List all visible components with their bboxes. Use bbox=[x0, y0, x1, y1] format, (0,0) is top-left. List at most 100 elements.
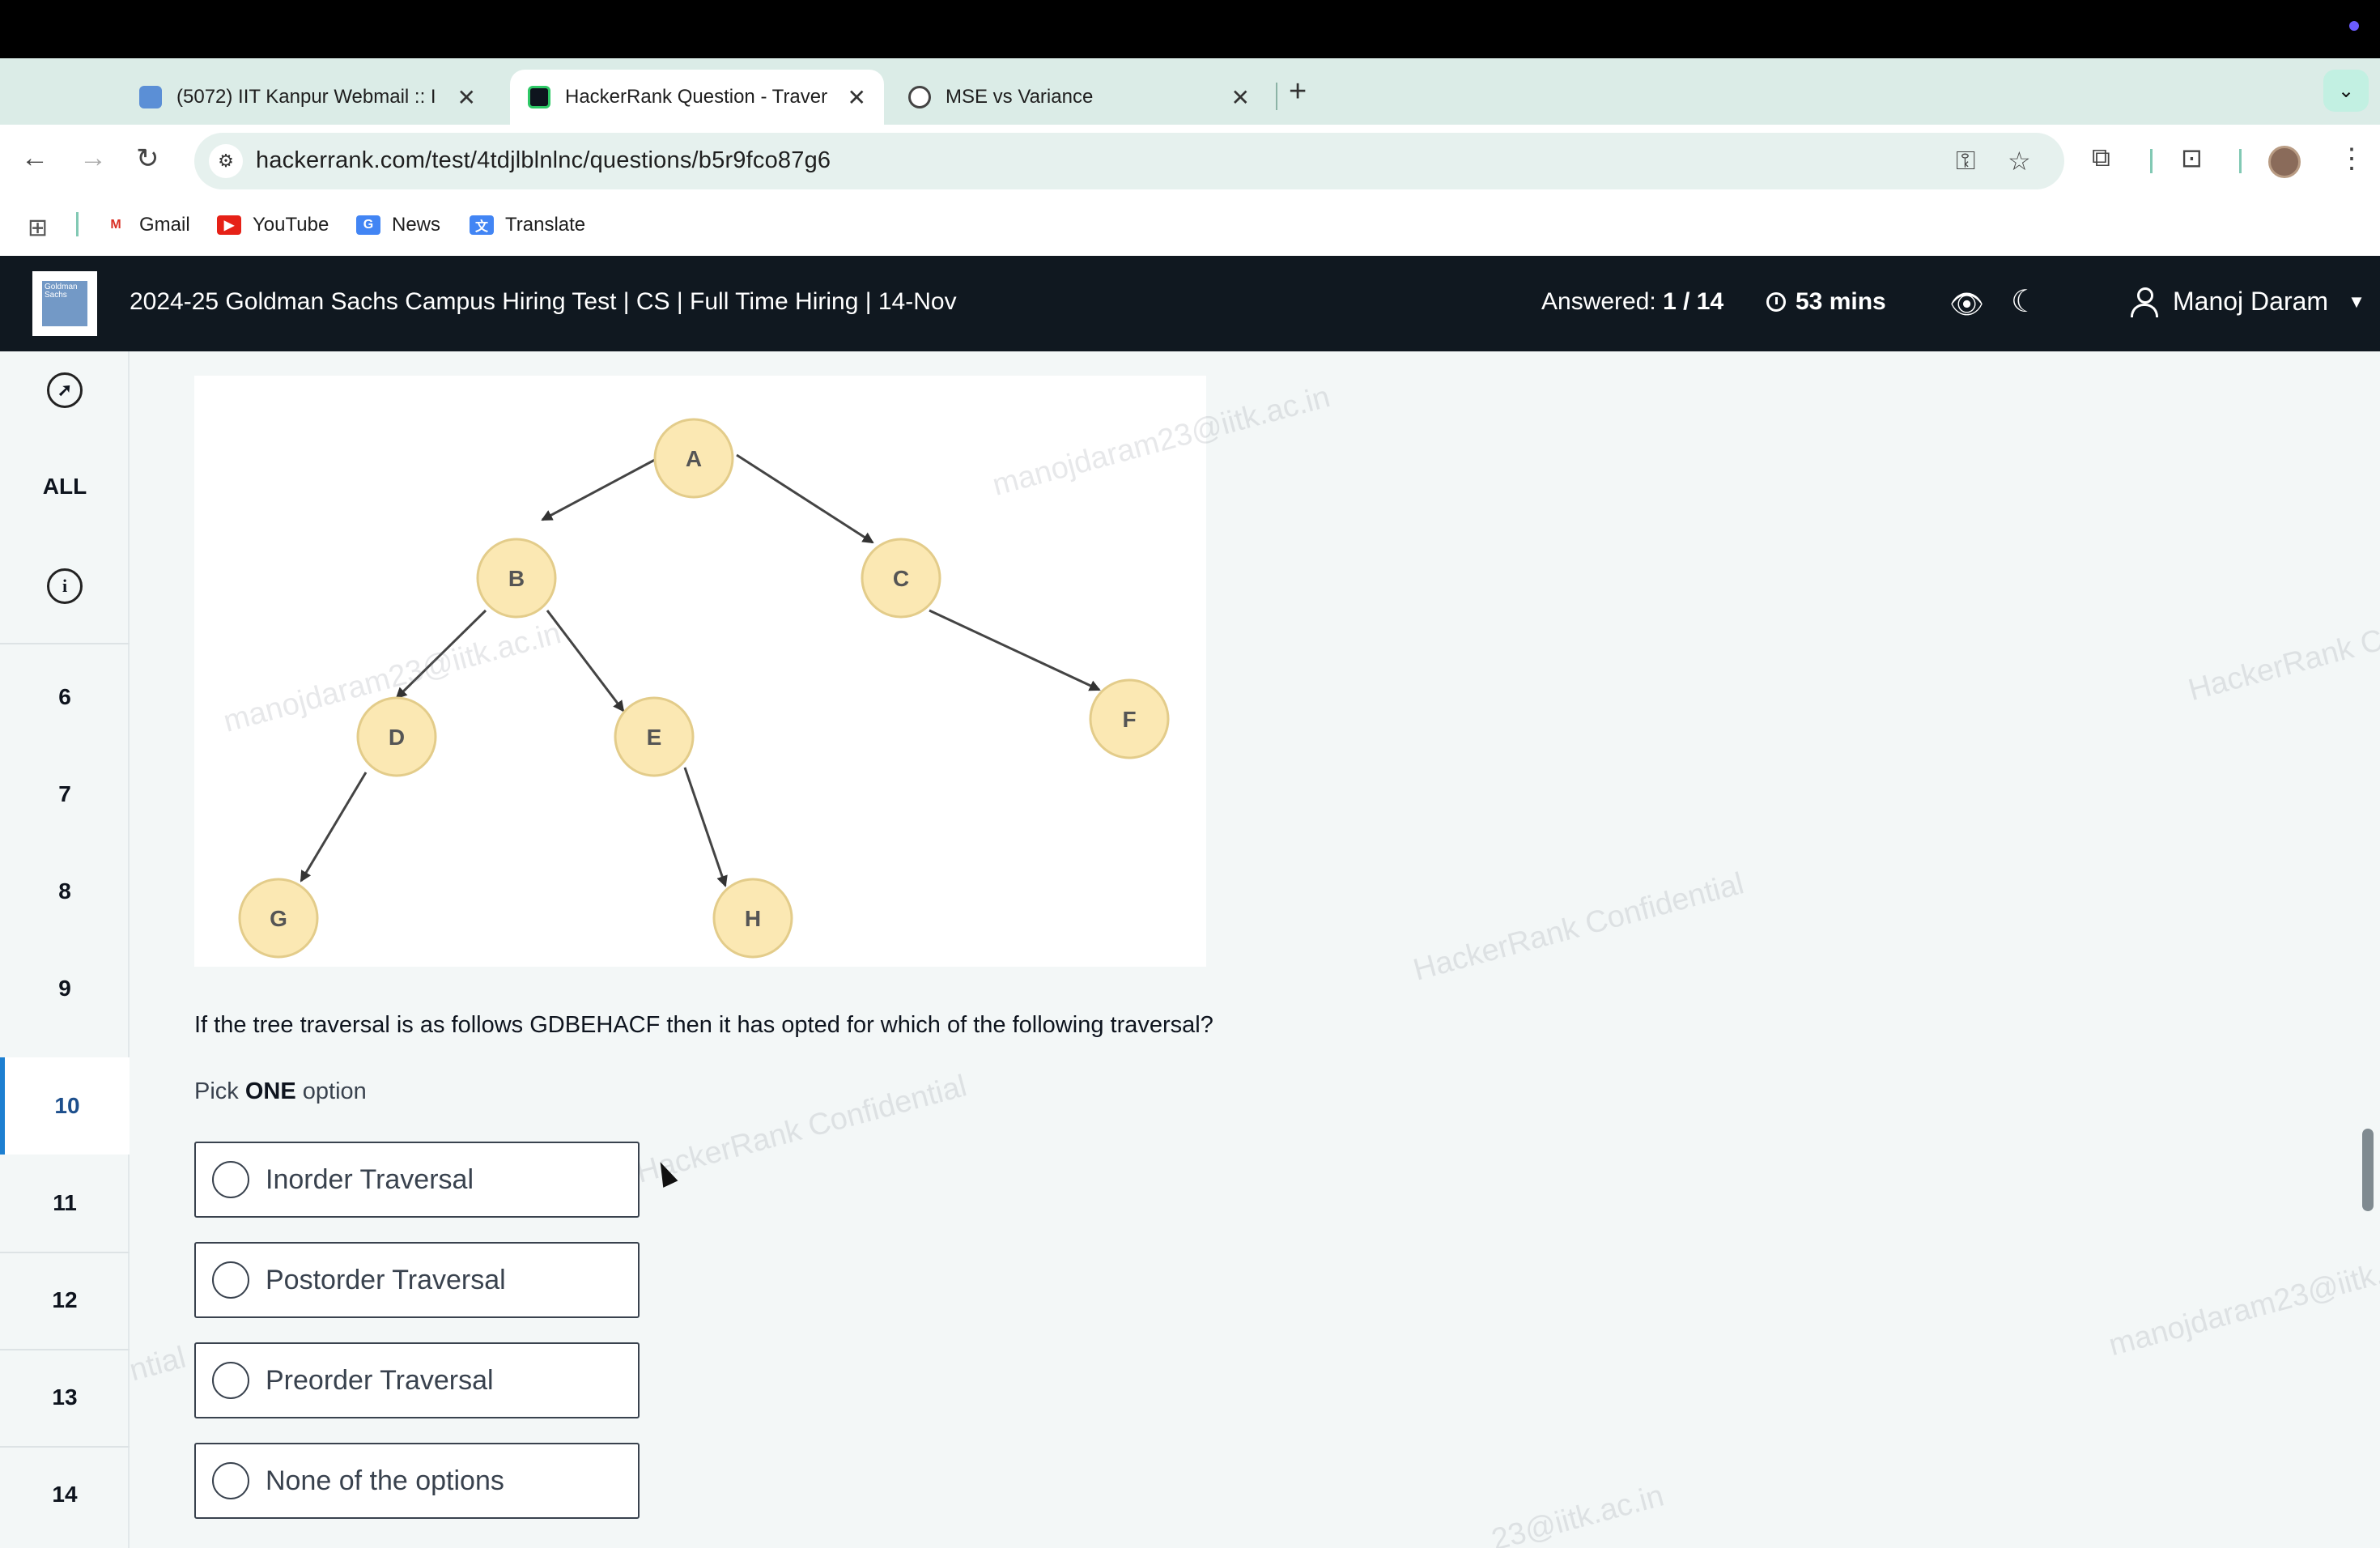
tab-webmail[interactable]: (5072) IIT Kanpur Webmail :: I ✕ bbox=[121, 70, 494, 125]
binary-tree-diagram: A B C D E F G H bbox=[238, 418, 1170, 959]
tab-separator bbox=[1276, 83, 1277, 110]
radio-button[interactable] bbox=[212, 1362, 249, 1399]
profile-avatar[interactable] bbox=[2268, 146, 2301, 178]
watermark-confidential-partial: HackerRank Co bbox=[2185, 619, 2380, 708]
gmail-icon: M bbox=[104, 215, 128, 235]
node-label-d: D bbox=[389, 725, 405, 750]
option-inorder[interactable]: Inorder Traversal bbox=[194, 1142, 640, 1218]
url-text[interactable]: hackerrank.com/test/4tdjlblnlnc/question… bbox=[256, 147, 831, 174]
watermark-confidential: HackerRank Confidential bbox=[632, 1069, 971, 1190]
extensions-icon[interactable]: ⧉ bbox=[2092, 142, 2110, 173]
binary-tree-image: A B C D E F G H bbox=[194, 376, 1206, 967]
translate-icon: 文 bbox=[470, 215, 494, 235]
bookmark-news[interactable]: G News bbox=[356, 214, 440, 236]
sidebar-question-6[interactable]: 6 bbox=[0, 649, 130, 745]
question-text: If the tree traversal is as follows GDBE… bbox=[194, 1012, 1213, 1038]
youtube-icon: ▶ bbox=[217, 215, 241, 235]
tab-hackerrank[interactable]: HackerRank Question - Traver ✕ bbox=[510, 70, 884, 125]
question-sidebar: ➚ ALL i 6 7 8 9 10 11 12 13 14 bbox=[0, 351, 130, 1548]
sidebar-question-12[interactable]: 12 bbox=[0, 1252, 130, 1349]
radio-button[interactable] bbox=[212, 1161, 249, 1198]
address-bar[interactable]: ⚙ hackerrank.com/test/4tdjlblnlnc/questi… bbox=[194, 133, 2064, 189]
option-label: Inorder Traversal bbox=[266, 1163, 474, 1195]
browser-menu-icon[interactable]: ⋮ bbox=[2338, 142, 2365, 175]
watermark-confidential: HackerRank Confidential bbox=[1409, 866, 1748, 988]
sidebar-question-9[interactable]: 9 bbox=[0, 941, 130, 1036]
question-panel: A B C D E F G H manojdaram23@iitk.ac.in … bbox=[130, 351, 2380, 1548]
bookmark-label: Translate bbox=[505, 214, 586, 236]
toolbar-separator bbox=[2150, 149, 2153, 173]
info-icon[interactable]: i bbox=[0, 563, 130, 609]
bookmark-youtube[interactable]: ▶ YouTube bbox=[217, 214, 329, 236]
back-icon[interactable]: ← bbox=[21, 142, 49, 174]
sidebar-question-13[interactable]: 13 bbox=[0, 1349, 130, 1446]
user-icon bbox=[2129, 287, 2158, 317]
chatgpt-favicon-icon bbox=[908, 86, 931, 108]
test-title: 2024-25 Goldman Sachs Campus Hiring Test… bbox=[130, 288, 957, 315]
option-postorder[interactable]: Postorder Traversal bbox=[194, 1242, 640, 1318]
sidebar-question-10[interactable]: 10 bbox=[0, 1057, 130, 1155]
scrollbar-thumb[interactable] bbox=[2362, 1129, 2374, 1211]
sidebar-question-8[interactable]: 8 bbox=[0, 844, 130, 939]
hackerrank-favicon-icon bbox=[528, 86, 550, 108]
watermark-partial: ntial bbox=[130, 1340, 189, 1389]
option-label: Preorder Traversal bbox=[266, 1364, 494, 1396]
close-tab-icon[interactable]: ✕ bbox=[1231, 84, 1250, 111]
site-info-icon[interactable]: ⚙ bbox=[209, 144, 243, 178]
node-label-b: B bbox=[508, 566, 525, 591]
forward-icon[interactable]: → bbox=[79, 142, 107, 174]
bookmark-label: News bbox=[392, 214, 441, 236]
time-remaining: 53 mins bbox=[1766, 288, 1886, 316]
user-menu[interactable]: Manoj Daram ▼ bbox=[2129, 287, 2365, 317]
tab-title: MSE vs Variance bbox=[946, 86, 1094, 108]
bookmark-translate[interactable]: 文 Translate bbox=[470, 214, 585, 236]
edge-a-b bbox=[541, 453, 665, 521]
bookmark-gmail[interactable]: M Gmail bbox=[104, 214, 190, 236]
edge-c-f bbox=[929, 609, 1101, 691]
option-preorder[interactable]: Preorder Traversal bbox=[194, 1342, 640, 1418]
watermark-email-partial: manojdaram23@iitk.a bbox=[2105, 1252, 2380, 1363]
dark-mode-moon-icon[interactable]: ☾ bbox=[2011, 283, 2038, 320]
close-tab-icon[interactable]: ✕ bbox=[457, 84, 476, 111]
bookmark-label: Gmail bbox=[139, 214, 190, 236]
watermark-email-partial: 23@iitk.ac.in bbox=[1488, 1478, 1668, 1548]
node-label-h: H bbox=[745, 906, 761, 931]
reload-icon[interactable]: ↻ bbox=[136, 142, 159, 175]
node-label-a: A bbox=[686, 446, 702, 471]
user-name: Manoj Daram bbox=[2173, 287, 2329, 316]
sidebar-question-11[interactable]: 11 bbox=[0, 1155, 130, 1252]
bookmarks-separator bbox=[76, 212, 79, 236]
tab-mse-variance[interactable]: MSE vs Variance ✕ bbox=[890, 70, 1268, 125]
radio-button[interactable] bbox=[212, 1261, 249, 1299]
compass-icon[interactable]: ➚ bbox=[0, 368, 130, 413]
node-label-c: C bbox=[893, 566, 909, 591]
bookmark-star-icon[interactable]: ☆ bbox=[2008, 146, 2031, 176]
screenshot-icon[interactable]: ⊡ bbox=[2181, 142, 2203, 173]
new-tab-button[interactable]: + bbox=[1289, 74, 1307, 109]
eye-icon[interactable]: 👁 bbox=[1949, 288, 1984, 321]
webmail-favicon-icon bbox=[139, 86, 162, 108]
close-tab-icon[interactable]: ✕ bbox=[848, 84, 866, 111]
mouse-cursor-icon bbox=[652, 1159, 678, 1188]
news-icon: G bbox=[356, 215, 380, 235]
pick-instruction: Pick ONE option bbox=[194, 1078, 367, 1104]
toolbar-separator bbox=[2239, 149, 2242, 173]
edge-d-g bbox=[300, 772, 368, 882]
test-header: Goldman Sachs 2024-25 Goldman Sachs Camp… bbox=[0, 256, 2380, 351]
tab-search-button[interactable]: ⌄ bbox=[2323, 70, 2369, 112]
apps-grid-icon[interactable]: ⊞ bbox=[28, 214, 48, 242]
option-none[interactable]: None of the options bbox=[194, 1443, 640, 1519]
radio-button[interactable] bbox=[212, 1462, 249, 1499]
chevron-down-icon: ▼ bbox=[2348, 291, 2365, 312]
sidebar-item-all[interactable]: ALL bbox=[0, 466, 130, 507]
sidebar-question-14[interactable]: 14 bbox=[0, 1446, 130, 1543]
password-key-icon[interactable]: ⚿ bbox=[1956, 146, 1975, 176]
status-dot-icon bbox=[2349, 21, 2359, 31]
option-label: Postorder Traversal bbox=[266, 1264, 506, 1295]
clock-icon bbox=[1766, 292, 1786, 312]
os-menu-bar bbox=[0, 0, 2380, 58]
sidebar-question-7[interactable]: 7 bbox=[0, 746, 130, 842]
page-scrollbar[interactable] bbox=[2357, 351, 2380, 1548]
edge-a-c bbox=[736, 453, 874, 544]
node-label-f: F bbox=[1122, 707, 1136, 732]
